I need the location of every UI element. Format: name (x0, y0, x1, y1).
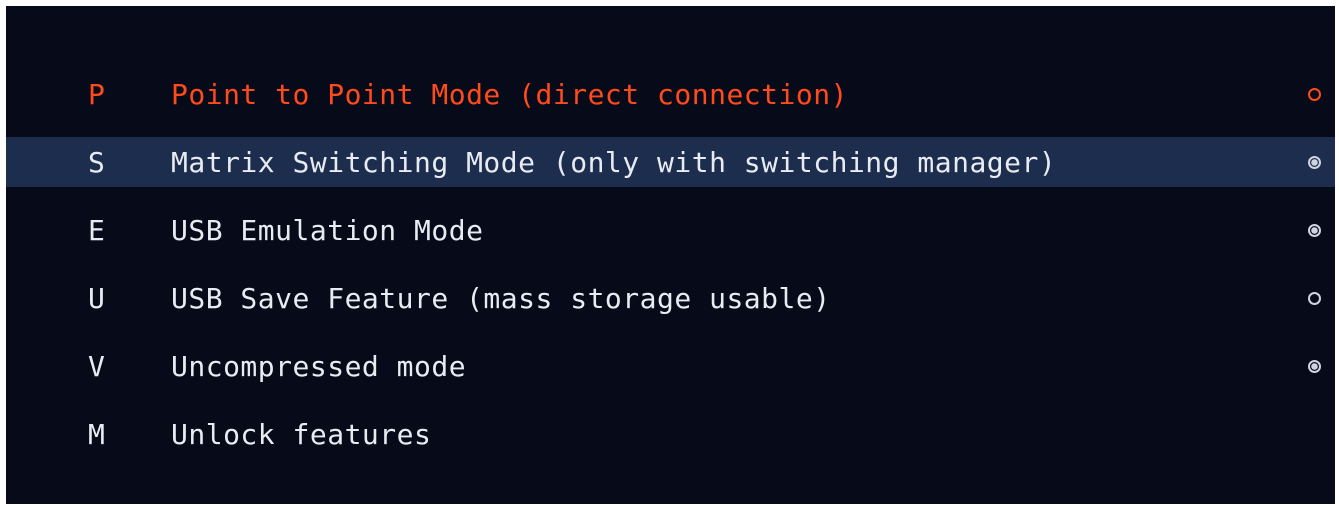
selected-radio-icon (1308, 155, 1321, 169)
menu-item-label: Matrix Switching Mode (only with switchi… (171, 145, 1057, 179)
menu-item-label: Unlock features (171, 417, 432, 451)
menu-item-point-to-point[interactable]: P Point to Point Mode (direct connection… (6, 60, 1335, 128)
menu-item-key: M (88, 417, 106, 451)
menu-item-label: USB Emulation Mode (171, 213, 484, 247)
menu-item-label: Point to Point Mode (direct connection) (171, 77, 848, 111)
menu-item-usb-save[interactable]: U USB Save Feature (mass storage usable) (6, 264, 1335, 332)
menu-item-usb-emulation[interactable]: E USB Emulation Mode (6, 196, 1335, 264)
off-radio-icon (1308, 87, 1321, 101)
menu-item-unlock-features[interactable]: M Unlock features (6, 400, 1335, 468)
menu-item-key: E (88, 213, 106, 247)
menu-item-key: S (88, 145, 106, 179)
menu-item-key: V (88, 349, 106, 383)
osd-screen: P Point to Point Mode (direct connection… (6, 6, 1335, 504)
selected-radio-icon (1308, 223, 1321, 237)
mode-menu: P Point to Point Mode (direct connection… (6, 60, 1335, 468)
menu-item-label: USB Save Feature (mass storage usable) (171, 281, 831, 315)
menu-item-uncompressed[interactable]: V Uncompressed mode (6, 332, 1335, 400)
selected-radio-icon (1308, 359, 1321, 373)
menu-item-key: U (88, 281, 106, 315)
menu-item-key: P (88, 77, 106, 111)
menu-item-matrix-switching[interactable]: S Matrix Switching Mode (only with switc… (6, 137, 1335, 187)
menu-item-label: Uncompressed mode (171, 349, 467, 383)
off-radio-icon (1308, 291, 1321, 305)
